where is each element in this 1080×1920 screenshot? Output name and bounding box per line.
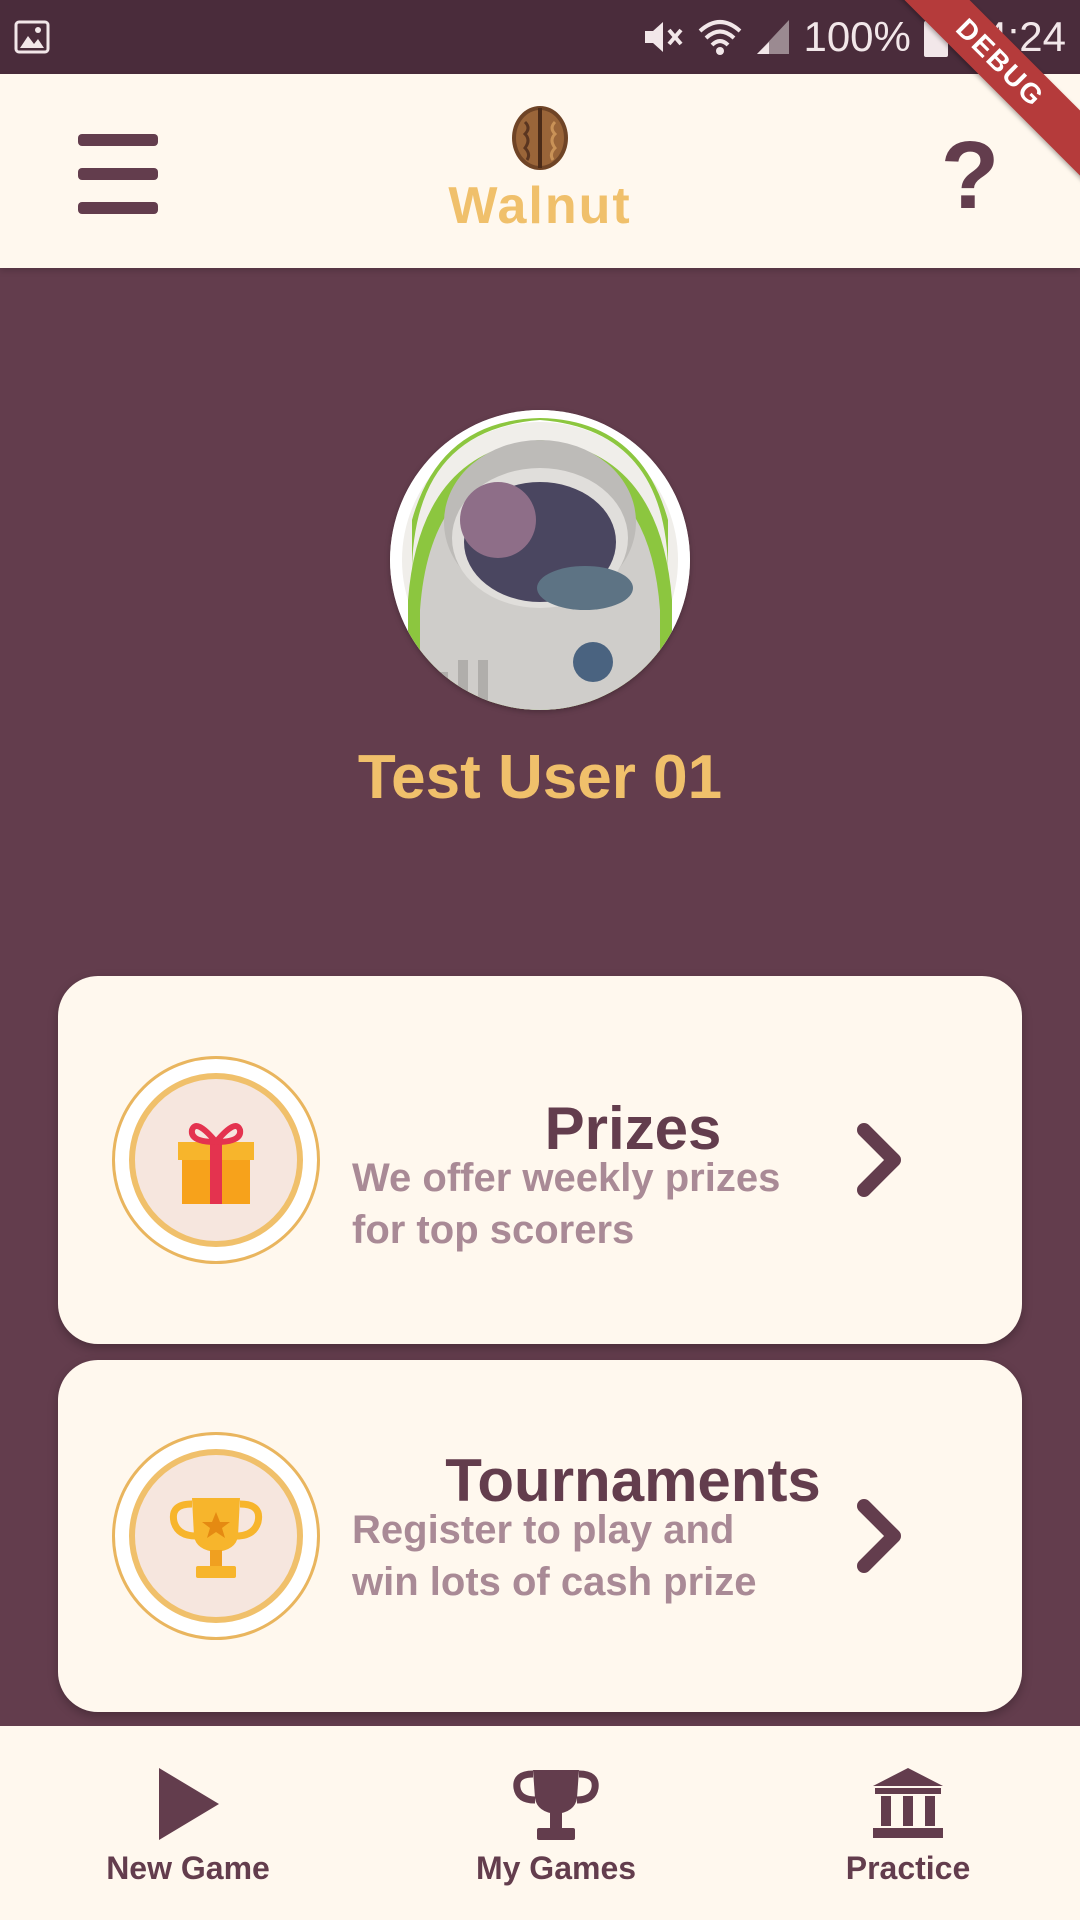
trophy-icon: [513, 1770, 599, 1840]
question-mark-icon[interactable]: ?: [930, 126, 1010, 226]
username: Test User 01: [357, 743, 723, 812]
nav-new-game[interactable]: New Game: [38, 1766, 338, 1887]
gallery-icon: [14, 20, 50, 59]
chevron-right-icon[interactable]: [854, 1498, 904, 1574]
nav-practice[interactable]: Practice: [758, 1766, 1058, 1887]
app-logo: Walnut: [440, 102, 640, 236]
hamburger-menu-icon[interactable]: [72, 134, 162, 214]
tournaments-card[interactable]: Tournaments Register to play and win lot…: [58, 1360, 1022, 1712]
tournaments-description-line: win lots of cash prize: [352, 1560, 757, 1604]
nav-my-games[interactable]: My Games: [406, 1766, 706, 1887]
wifi-icon: [697, 17, 743, 57]
walnut-icon: [509, 102, 571, 172]
bottom-navigation: New Game My Games Practice: [0, 1726, 1080, 1920]
app-header: Walnut ?: [0, 74, 1080, 268]
avatar[interactable]: [390, 410, 690, 710]
tournaments-description-line: Register to play and: [352, 1508, 735, 1552]
logo-text: Walnut: [448, 177, 632, 235]
mute-icon: [641, 17, 685, 57]
nav-new-game-label: New Game: [106, 1850, 270, 1886]
tournaments-badge: [112, 1432, 320, 1640]
gift-icon: [178, 1123, 254, 1204]
play-icon: [159, 1768, 219, 1840]
prizes-description: We offer weekly prizes for top scorers: [352, 1152, 872, 1256]
bank-icon: [873, 1768, 943, 1838]
prizes-badge: [112, 1056, 320, 1264]
trophy-icon: [169, 1498, 263, 1578]
tournaments-description: Register to play and win lots of cash pr…: [352, 1504, 872, 1608]
chevron-right-icon[interactable]: [854, 1122, 904, 1198]
battery-percent: 100%: [803, 13, 911, 60]
prizes-description-line: We offer weekly prizes: [352, 1156, 781, 1200]
nav-practice-label: Practice: [845, 1850, 971, 1886]
signal-icon: [755, 18, 791, 56]
nav-my-games-label: My Games: [475, 1850, 637, 1886]
prizes-card[interactable]: Prizes We offer weekly prizes for top sc…: [58, 976, 1022, 1344]
prizes-description-line: for top scorers: [352, 1208, 635, 1252]
